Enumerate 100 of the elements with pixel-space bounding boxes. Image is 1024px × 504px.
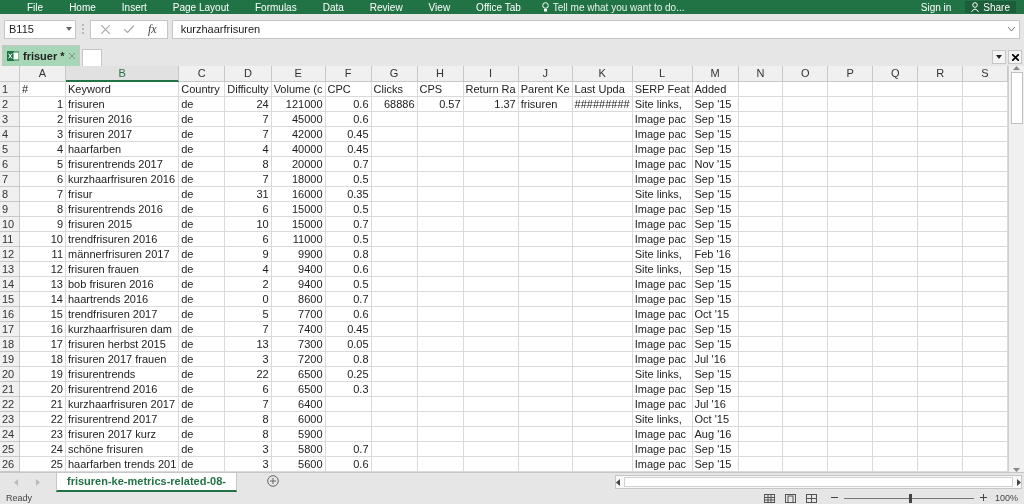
sheet-tab[interactable]: frisuren-ke-metrics-related-08-	[56, 472, 237, 492]
name-box[interactable]: B115	[4, 19, 76, 39]
sign-in-link[interactable]: Sign in	[920, 1, 952, 13]
empty-cell	[783, 232, 829, 247]
scroll-thumb[interactable]	[1010, 72, 1023, 124]
row-header[interactable]: 22	[0, 397, 20, 412]
empty-cell	[783, 427, 829, 442]
column-header[interactable]: K	[572, 66, 633, 82]
row-header[interactable]: 25	[0, 442, 20, 457]
row-header[interactable]: 3	[0, 112, 20, 127]
ribbon-tab[interactable]: Data	[309, 1, 357, 13]
column-header[interactable]: A	[20, 66, 66, 82]
row-header[interactable]: 20	[0, 367, 20, 382]
column-header[interactable]: I	[463, 66, 519, 82]
table-cell: Sep '15	[692, 292, 739, 307]
ribbon-tab[interactable]: File	[14, 1, 57, 13]
ribbon-tab[interactable]: Insert	[108, 1, 160, 13]
column-header[interactable]: B	[66, 66, 180, 82]
horizontal-scrollbar[interactable]	[615, 475, 1022, 489]
column-header[interactable]: H	[417, 66, 464, 82]
table-cell: 9400	[271, 262, 326, 277]
table-cell: 5	[20, 157, 66, 172]
table-cell: 8	[225, 157, 272, 172]
row-header[interactable]: 24	[0, 427, 20, 442]
empty-cell	[783, 127, 829, 142]
column-header[interactable]: Q	[873, 66, 919, 82]
row-header[interactable]: 16	[0, 307, 20, 322]
column-header[interactable]: F	[325, 66, 372, 82]
empty-cell	[572, 442, 633, 457]
column-header[interactable]: P	[828, 66, 874, 82]
table-cell: de	[179, 412, 226, 427]
row-header[interactable]: 10	[0, 217, 20, 232]
empty-cell	[918, 292, 964, 307]
table-cell: de	[179, 367, 226, 382]
row-header[interactable]: 5	[0, 142, 20, 157]
empty-cell	[828, 352, 874, 367]
ribbon-tab[interactable]: Page Layout	[159, 1, 242, 13]
tab-list-button[interactable]	[992, 50, 1006, 64]
row-header[interactable]: 19	[0, 352, 20, 367]
column-header[interactable]: G	[371, 66, 418, 82]
formula-field[interactable]: kurzhaarfrisuren	[171, 19, 1020, 39]
empty-cell	[873, 352, 919, 367]
table-cell: de	[179, 217, 226, 232]
ribbon-tab[interactable]: Home	[56, 1, 109, 13]
empty-cell	[783, 352, 829, 367]
empty-cell	[918, 397, 964, 412]
table-cell: Image pac	[632, 322, 693, 337]
table-cell: Sep '15	[692, 202, 739, 217]
zoom-in-button[interactable]	[979, 493, 987, 503]
scroll-thumb[interactable]	[624, 477, 1013, 487]
column-header[interactable]: O	[783, 66, 829, 82]
row-header[interactable]: 1	[0, 82, 20, 97]
column-header[interactable]: S	[963, 66, 1008, 82]
tell-me-field[interactable]: Tell me what you want to do...	[552, 1, 685, 13]
column-header[interactable]: M	[692, 66, 739, 82]
ribbon-tab[interactable]: Review	[356, 1, 416, 13]
column-header[interactable]: C	[179, 66, 226, 82]
row-header[interactable]: 6	[0, 157, 20, 172]
row-header[interactable]: 14	[0, 277, 20, 292]
row-header[interactable]: 21	[0, 382, 20, 397]
column-header[interactable]: E	[271, 66, 326, 82]
row-header[interactable]: 7	[0, 172, 20, 187]
row-header[interactable]: 26	[0, 457, 20, 472]
table-cell: 15000	[271, 202, 326, 217]
table-cell: frisurentrend 2017	[66, 412, 180, 427]
close-button[interactable]	[1008, 50, 1022, 64]
empty-cell	[738, 172, 784, 187]
table-cell: Sep '15	[692, 337, 739, 352]
row-header[interactable]: 4	[0, 127, 20, 142]
empty-cell	[518, 232, 573, 247]
row-header[interactable]: 11	[0, 232, 20, 247]
ribbon-tab[interactable]: Formulas	[242, 1, 310, 13]
row-header[interactable]: 17	[0, 322, 20, 337]
insert-function-button[interactable]: fx	[148, 21, 157, 37]
document-tab[interactable]: frisuer *	[2, 45, 80, 66]
share-button[interactable]: Share	[965, 1, 1016, 13]
zoom-level[interactable]: 100%	[994, 493, 1018, 503]
ribbon-tab[interactable]: View	[415, 1, 464, 13]
column-header[interactable]: L	[632, 66, 693, 82]
empty-cell	[918, 247, 964, 262]
row-header[interactable]: 23	[0, 412, 20, 427]
column-header[interactable]: D	[225, 66, 272, 82]
ribbon-tab[interactable]: Office Tab	[463, 1, 534, 13]
vertical-scrollbar[interactable]	[1008, 66, 1024, 472]
row-header[interactable]: 13	[0, 262, 20, 277]
row-header[interactable]: 2	[0, 97, 20, 112]
table-cell: frisuren	[66, 97, 180, 112]
caret-icon	[996, 55, 1002, 59]
table-cell: 24	[225, 97, 272, 112]
row-header[interactable]: 15	[0, 292, 20, 307]
zoom-thumb[interactable]	[908, 493, 912, 503]
row-header[interactable]: 8	[0, 187, 20, 202]
row-header[interactable]: 9	[0, 202, 20, 217]
row-header[interactable]: 12	[0, 247, 20, 262]
row-header[interactable]: 18	[0, 337, 20, 352]
column-header[interactable]: N	[738, 66, 784, 82]
empty-cell	[783, 142, 829, 157]
column-header[interactable]: R	[918, 66, 964, 82]
empty-cell	[783, 217, 829, 232]
column-header[interactable]: J	[518, 66, 573, 82]
